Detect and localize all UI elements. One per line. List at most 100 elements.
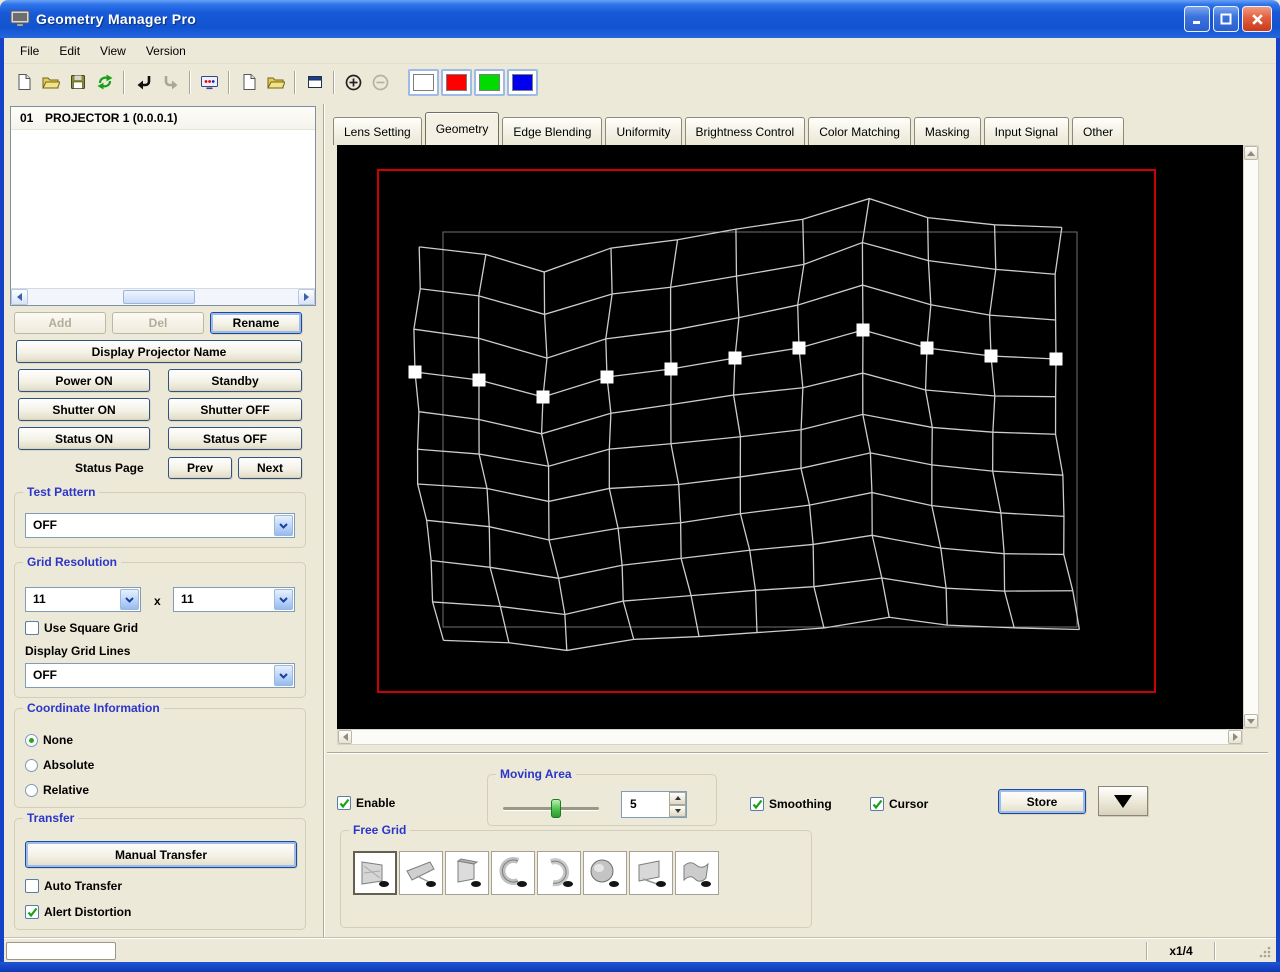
scroll-down-arrow[interactable] [1244,714,1258,728]
zoom-in-button[interactable] [340,69,367,96]
alert-distortion-checkbox[interactable] [25,905,39,919]
canvas-hscrollbar[interactable] [337,729,1243,745]
minimize-button[interactable] [1184,6,1210,32]
swatch-blue-button[interactable] [507,68,538,96]
auto-transfer-checkbox[interactable] [25,879,39,893]
new-file-button[interactable] [10,69,37,96]
scroll-right-arrow[interactable] [1228,730,1242,744]
slider-thumb[interactable] [551,799,561,818]
menu-view[interactable]: View [90,40,136,62]
grid-handle[interactable] [856,323,870,337]
prev-button[interactable]: Prev [168,457,232,479]
add-button[interactable]: Add [14,312,106,334]
menu-edit[interactable]: Edit [49,40,90,62]
grid-handle[interactable] [600,370,614,384]
new-file-button-2[interactable] [235,69,262,96]
tab-geometry[interactable]: Geometry [424,112,500,145]
cursor-checkbox[interactable] [870,797,884,811]
tab-lens-setting[interactable]: Lens Setting [333,117,422,145]
scroll-left-arrow[interactable] [338,730,352,744]
scroll-right-arrow[interactable] [298,289,315,305]
use-square-grid-checkbox[interactable] [25,621,39,635]
coord-relative-radio[interactable] [25,783,38,797]
free-grid-shape-curved-button[interactable] [491,851,535,895]
shutter-off-button[interactable]: Shutter OFF [168,398,302,421]
grid-handle[interactable] [472,373,486,387]
status-on-button[interactable]: Status ON [18,427,150,450]
status-off-button[interactable]: Status OFF [168,427,302,450]
grid-handle[interactable] [728,351,742,365]
chevron-down-icon[interactable] [120,589,139,610]
chevron-down-icon[interactable] [274,589,293,610]
shutter-on-button[interactable]: Shutter ON [18,398,150,421]
save-button[interactable] [64,69,91,96]
grid-v-select[interactable]: 11 [173,587,295,612]
grid-handle[interactable] [536,390,550,404]
display-projector-name-button[interactable]: Display Projector Name [16,340,302,363]
enable-checkbox[interactable] [337,796,351,810]
refresh-button[interactable] [91,69,118,96]
manual-transfer-button[interactable]: Manual Transfer [25,841,297,868]
projector-display-button[interactable] [196,69,223,96]
canvas-vscrollbar[interactable] [1243,145,1259,729]
moving-area-slider[interactable] [503,799,599,818]
tab-input-signal[interactable]: Input Signal [983,117,1069,145]
store-button[interactable]: Store [998,789,1086,814]
free-grid-shape-leaning-button[interactable] [445,851,489,895]
moving-area-spinner[interactable]: 5 [621,791,687,818]
open-file-button-2[interactable] [262,69,289,96]
undo-button[interactable] [130,69,157,96]
menu-file[interactable]: File [10,40,49,62]
redo-button-disabled[interactable] [157,69,184,96]
standby-button[interactable]: Standby [168,369,302,392]
grid-handle[interactable] [1049,352,1063,366]
free-grid-shape-tilted-button[interactable] [399,851,443,895]
free-grid-shape-flat-button[interactable] [353,851,397,895]
grid-handle[interactable] [920,341,934,355]
grid-handle[interactable] [984,349,998,363]
next-button[interactable]: Next [238,457,302,479]
grid-handle[interactable] [408,365,422,379]
menu-version[interactable]: Version [136,40,196,62]
scroll-left-arrow[interactable] [11,289,28,305]
tab-brightness-control[interactable]: Brightness Control [684,117,806,145]
geometry-canvas[interactable] [337,145,1243,729]
tab-edge-blending[interactable]: Edge Blending [502,117,603,145]
spinner-down-button[interactable] [669,804,686,817]
free-grid-shape-wavy-button[interactable] [675,851,719,895]
swatch-red-button[interactable] [441,68,472,96]
open-file-button[interactable] [37,69,64,96]
tab-uniformity[interactable]: Uniformity [605,117,682,145]
close-button[interactable] [1242,6,1272,32]
free-grid-shape-curved-2-button[interactable] [537,851,581,895]
projector-list[interactable]: 01 PROJECTOR 1 (0.0.0.1) [10,106,316,306]
zoom-out-button-disabled[interactable] [367,69,394,96]
power-on-button[interactable]: Power ON [18,369,150,392]
grid-h-select[interactable]: 11 [25,587,141,612]
tab-masking[interactable]: Masking [913,117,981,145]
projector-list-hscrollbar[interactable] [11,288,315,305]
store-dropdown-button[interactable] [1098,786,1148,816]
tab-other[interactable]: Other [1072,117,1125,145]
tab-color-matching[interactable]: Color Matching [808,117,911,145]
display-grid-lines-select[interactable]: OFF [25,663,295,688]
chevron-down-icon[interactable] [274,515,293,536]
del-button[interactable]: Del [112,312,204,334]
grid-handle[interactable] [792,341,806,355]
grid-handle[interactable] [664,362,678,376]
window-frame-button[interactable] [301,69,328,96]
swatch-white-button[interactable] [408,68,439,96]
maximize-button[interactable] [1213,6,1239,32]
chevron-down-icon[interactable] [274,665,293,686]
rename-button[interactable]: Rename [210,312,302,334]
spinner-up-button[interactable] [669,792,686,805]
scrollbar-thumb[interactable] [123,290,195,304]
swatch-green-button[interactable] [474,68,505,96]
scroll-up-arrow[interactable] [1244,146,1258,160]
coord-absolute-radio[interactable] [25,758,38,772]
test-pattern-select[interactable]: OFF [25,513,295,538]
smoothing-checkbox[interactable] [750,797,764,811]
free-grid-shape-angled-button[interactable] [629,851,673,895]
projector-list-item[interactable]: 01 PROJECTOR 1 (0.0.0.1) [11,107,315,130]
coord-none-radio[interactable] [25,733,38,747]
